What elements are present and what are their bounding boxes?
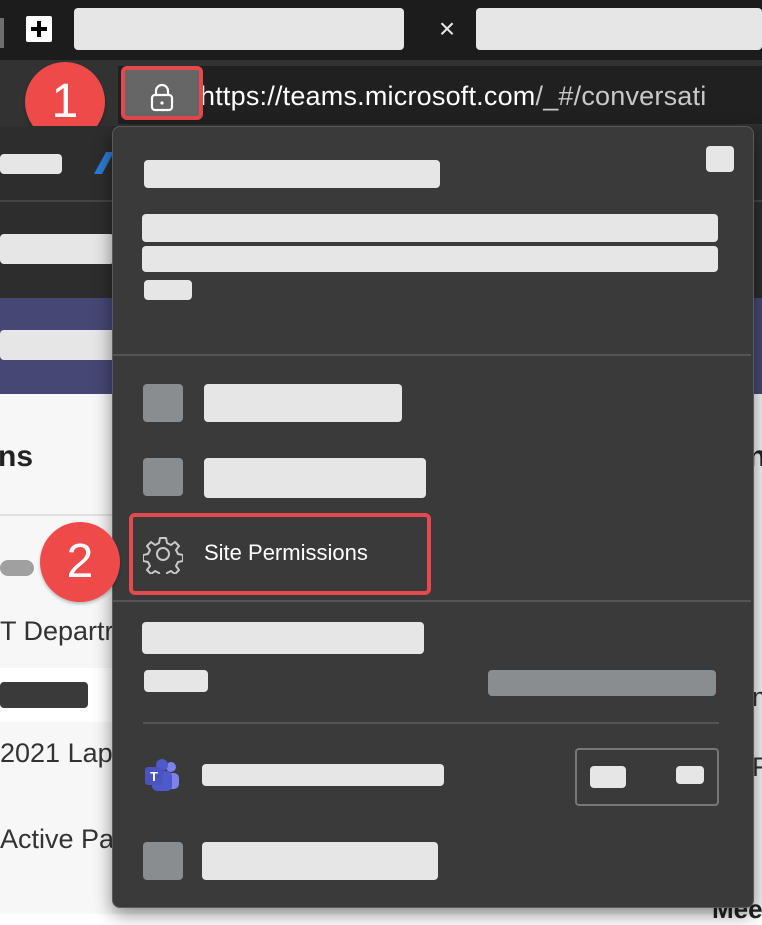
divider <box>0 514 112 516</box>
step-2-callout: 2 <box>40 522 120 602</box>
section-label-redacted <box>144 670 208 692</box>
list-item[interactable]: Active Pat <box>0 824 122 855</box>
site-info-lock-button[interactable] <box>121 66 203 120</box>
divider <box>143 722 719 724</box>
section-value-redacted[interactable] <box>488 670 716 696</box>
redacted-text <box>0 154 62 174</box>
gear-icon <box>143 537 183 574</box>
list-heading: ns <box>0 440 34 473</box>
url-path: /_#/conversati <box>535 81 707 111</box>
popup-close-button[interactable] <box>706 146 734 172</box>
lock-icon <box>150 83 174 112</box>
toggle-option-redacted[interactable] <box>590 766 626 788</box>
list-item[interactable]: T Departr <box>0 616 114 647</box>
tab-edge <box>0 18 4 48</box>
url-protocol: https:// <box>200 81 283 111</box>
url-text[interactable]: https://teams.microsoft.com/_#/conversat… <box>200 74 706 118</box>
new-tab-button[interactable] <box>26 16 52 42</box>
divider <box>113 600 751 602</box>
tab-close-icon[interactable]: × <box>434 12 460 46</box>
redacted-badge <box>0 560 34 576</box>
popup-link-redacted[interactable] <box>144 280 192 300</box>
redacted-text <box>0 234 114 264</box>
popup-description-redacted <box>142 214 718 242</box>
section-title-redacted <box>142 622 424 654</box>
item-label-redacted[interactable] <box>202 842 438 880</box>
url-host: teams.microsoft.com <box>282 81 536 111</box>
permission-item-redacted[interactable] <box>204 458 426 498</box>
permission-icon-redacted <box>143 458 183 496</box>
redacted-text <box>0 682 88 708</box>
permission-icon-redacted <box>143 384 183 422</box>
redacted-text <box>0 330 116 360</box>
popup-description-redacted <box>142 246 718 272</box>
permission-item-redacted[interactable] <box>204 384 402 422</box>
divider <box>113 354 751 356</box>
microsoft-teams-icon: T <box>145 759 179 791</box>
svg-text:T: T <box>150 769 158 784</box>
tab-title-redacted[interactable] <box>476 8 762 50</box>
list-item[interactable]: 2021 Lapt <box>0 738 120 769</box>
toggle-option-redacted[interactable] <box>676 766 704 784</box>
tab-title-redacted[interactable] <box>74 8 404 50</box>
item-icon-redacted <box>143 842 183 880</box>
site-permissions-label[interactable]: Site Permissions <box>204 536 368 570</box>
app-name-redacted <box>202 764 444 786</box>
popup-title-redacted <box>144 160 440 188</box>
